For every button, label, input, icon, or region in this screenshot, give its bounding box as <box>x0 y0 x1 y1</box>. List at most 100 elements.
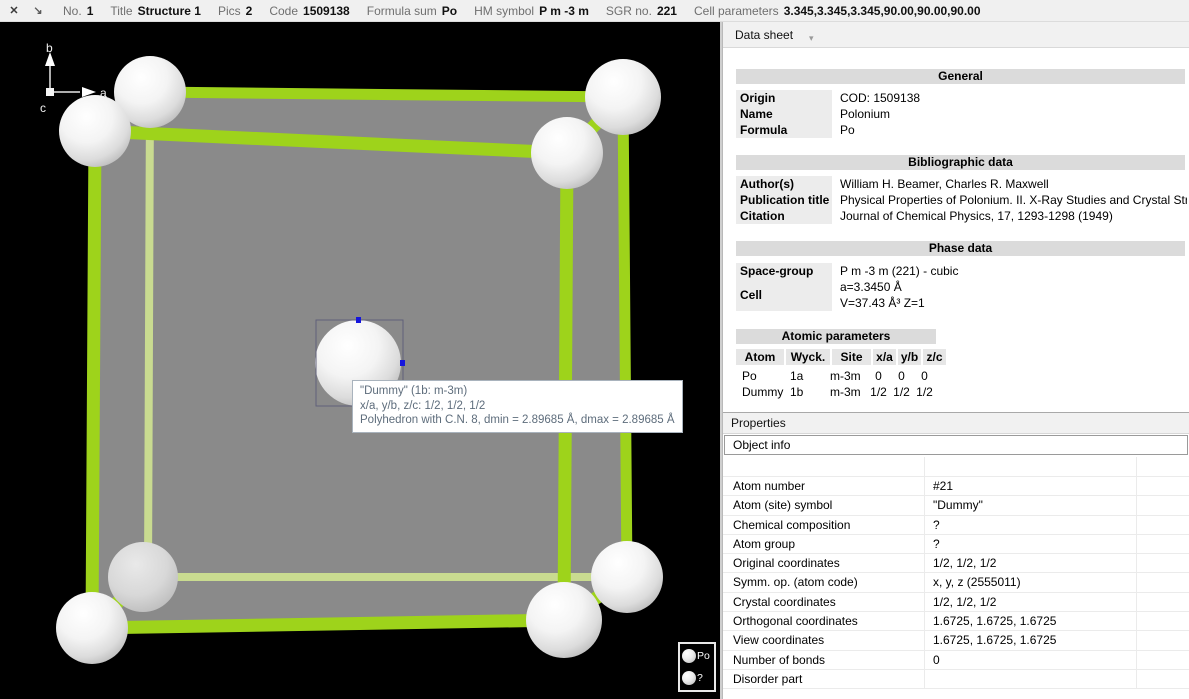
section-header-phase: Phase data <box>736 241 1185 256</box>
field-pics-value: 2 <box>246 4 253 18</box>
property-value: 1/2, 1/2, 1/2 <box>925 593 1137 611</box>
field-code: Code 1509138 <box>269 4 349 18</box>
field-code-label: Code <box>269 4 298 18</box>
object-info-dropdown[interactable]: Object info <box>724 435 1188 455</box>
po-atom-sphere[interactable] <box>591 541 663 613</box>
po-atom-sphere[interactable] <box>526 582 602 658</box>
property-value: ? <box>925 535 1137 553</box>
cell-a-value: a=3.3450 Å <box>840 279 925 295</box>
xa-cell: 0 <box>867 368 890 384</box>
origin-label: Origin <box>736 90 832 106</box>
unit-cell-edge-back-top <box>150 92 623 97</box>
atom-legend: Po ? <box>678 642 716 692</box>
structure-viewport[interactable]: b a c "Dummy" (1b: m-3m) x/a, y/b, z/c: … <box>0 22 720 699</box>
space-group-label: Space-group <box>736 263 832 279</box>
dummy-legend-sphere-icon <box>682 671 696 685</box>
po-atom-sphere[interactable] <box>585 59 661 135</box>
field-hm-symbol-value: P m -3 m <box>539 4 589 18</box>
wyck-cell: 1b <box>784 384 828 400</box>
po-atom-sphere[interactable] <box>531 117 603 189</box>
table-row: Original coordinates 1/2, 1/2, 1/2 <box>723 554 1189 573</box>
unit-cell-edge-front-left <box>92 131 95 628</box>
row-publication-title: Publication title Physical Properties of… <box>736 192 1187 208</box>
po-legend-label: Po <box>697 650 710 662</box>
cell-label: Cell <box>736 279 832 311</box>
field-sgr-no: SGR no. 221 <box>606 4 677 18</box>
chevron-down-icon[interactable]: ▾ <box>809 33 814 44</box>
property-value: 0 <box>925 651 1137 669</box>
property-value: ? <box>925 516 1137 534</box>
table-row: Symm. op. (atom code) x, y, z (2555011) <box>723 573 1189 592</box>
field-formula-sum-value: Po <box>442 4 457 18</box>
site-cell: m-3m <box>828 384 867 400</box>
field-hm-symbol-label: HM symbol <box>474 4 534 18</box>
legend-item-dummy: ? <box>682 671 712 685</box>
row-name: Name Polonium <box>736 106 1187 122</box>
selection-handle[interactable] <box>400 360 405 366</box>
atom-tooltip: "Dummy" (1b: m-3m) x/a, y/b, z/c: 1/2, 1… <box>352 380 683 433</box>
field-pics-label: Pics <box>218 4 241 18</box>
column-wyck: Wyck. <box>786 349 830 365</box>
table-row <box>723 457 1189 477</box>
section-header-bibliographic: Bibliographic data <box>736 155 1185 170</box>
po-atom-sphere[interactable] <box>56 592 128 664</box>
row-cell: Cell a=3.3450 Å V=37.43 Å³ Z=1 <box>736 279 1187 311</box>
zc-cell: 0 <box>913 368 936 384</box>
table-row: Atom number #21 <box>723 477 1189 496</box>
unit-cell-edge-back-right <box>623 97 627 577</box>
atom-cell: Po <box>736 368 784 384</box>
field-cell-parameters-value: 3.345,3.345,3.345,90.00,90.00,90.00 <box>784 4 981 18</box>
space-group-value: P m -3 m (221) - cubic <box>840 263 1187 279</box>
properties-title: Properties <box>723 413 1189 434</box>
data-panel: Data sheet ▾ General Origin COD: 1509138… <box>722 22 1189 699</box>
field-formula-sum-label: Formula sum <box>367 4 437 18</box>
yb-cell: 0 <box>890 368 913 384</box>
po-atom-sphere[interactable] <box>108 542 178 612</box>
row-authors: Author(s) William H. Beamer, Charles R. … <box>736 176 1187 192</box>
axis-b-label: b <box>46 41 53 55</box>
property-label: Orthogonal coordinates <box>723 612 925 630</box>
row-origin: Origin COD: 1509138 <box>736 90 1187 106</box>
property-value: 1/2, 1/2, 1/2 <box>925 554 1137 572</box>
field-cell-parameters: Cell parameters 3.345,3.345,3.345,90.00,… <box>694 4 981 18</box>
column-site: Site <box>832 349 871 365</box>
section-header-atomic-parameters: Atomic parameters <box>736 329 936 344</box>
origin-value: COD: 1509138 <box>840 90 1187 106</box>
authors-label: Author(s) <box>736 176 832 192</box>
object-info-table: Atom number #21 Atom (site) symbol "Dumm… <box>723 457 1189 689</box>
property-value: x, y, z (2555011) <box>925 573 1137 591</box>
field-hm-symbol: HM symbol P m -3 m <box>474 4 589 18</box>
property-label: Disorder part <box>723 670 925 688</box>
axis-origin-marker <box>46 88 54 96</box>
property-value: 1.6725, 1.6725, 1.6725 <box>925 631 1137 649</box>
citation-value: Journal of Chemical Physics, 17, 1293-12… <box>840 208 1187 224</box>
table-row: Disorder part <box>723 670 1189 689</box>
legend-item-po: Po <box>682 649 712 663</box>
unit-cell-edge-front-bottom <box>92 620 564 628</box>
table-row: View coordinates 1.6725, 1.6725, 1.6725 <box>723 631 1189 650</box>
tooltip-polyhedron-info: Polyhedron with C.N. 8, dmin = 2.89685 Å… <box>360 413 675 428</box>
field-title: Title Structure 1 <box>110 4 201 18</box>
table-row: Chemical composition ? <box>723 516 1189 535</box>
property-value: #21 <box>925 477 1137 495</box>
table-row: Po 1a m-3m 0 0 0 <box>736 368 1189 384</box>
formula-value: Po <box>840 122 1187 138</box>
property-label: Atom (site) symbol <box>723 496 925 514</box>
close-icon[interactable]: ✕ <box>6 4 22 17</box>
diagonal-arrow-icon[interactable]: ↘ <box>30 4 46 17</box>
yb-cell: 1/2 <box>890 384 913 400</box>
datasheet-tab[interactable]: Data sheet ▾ <box>723 22 1189 48</box>
po-atom-sphere[interactable] <box>59 95 131 167</box>
field-cell-parameters-label: Cell parameters <box>694 4 779 18</box>
row-citation: Citation Journal of Chemical Physics, 17… <box>736 208 1187 224</box>
structure-toolbar: ✕ ↘ No. 1 Title Structure 1 Pics 2 Code … <box>0 0 1189 22</box>
po-legend-sphere-icon <box>682 649 696 663</box>
selection-handle[interactable] <box>356 317 361 323</box>
unit-cell-drawing[interactable]: b a c <box>0 22 720 699</box>
axis-c-label: c <box>40 101 46 115</box>
column-yb: y/b <box>898 349 921 365</box>
tooltip-atom-name: "Dummy" (1b: m-3m) <box>360 384 675 399</box>
field-code-value: 1509138 <box>303 4 350 18</box>
field-title-value: Structure 1 <box>138 4 201 18</box>
field-no: No. 1 <box>63 4 93 18</box>
